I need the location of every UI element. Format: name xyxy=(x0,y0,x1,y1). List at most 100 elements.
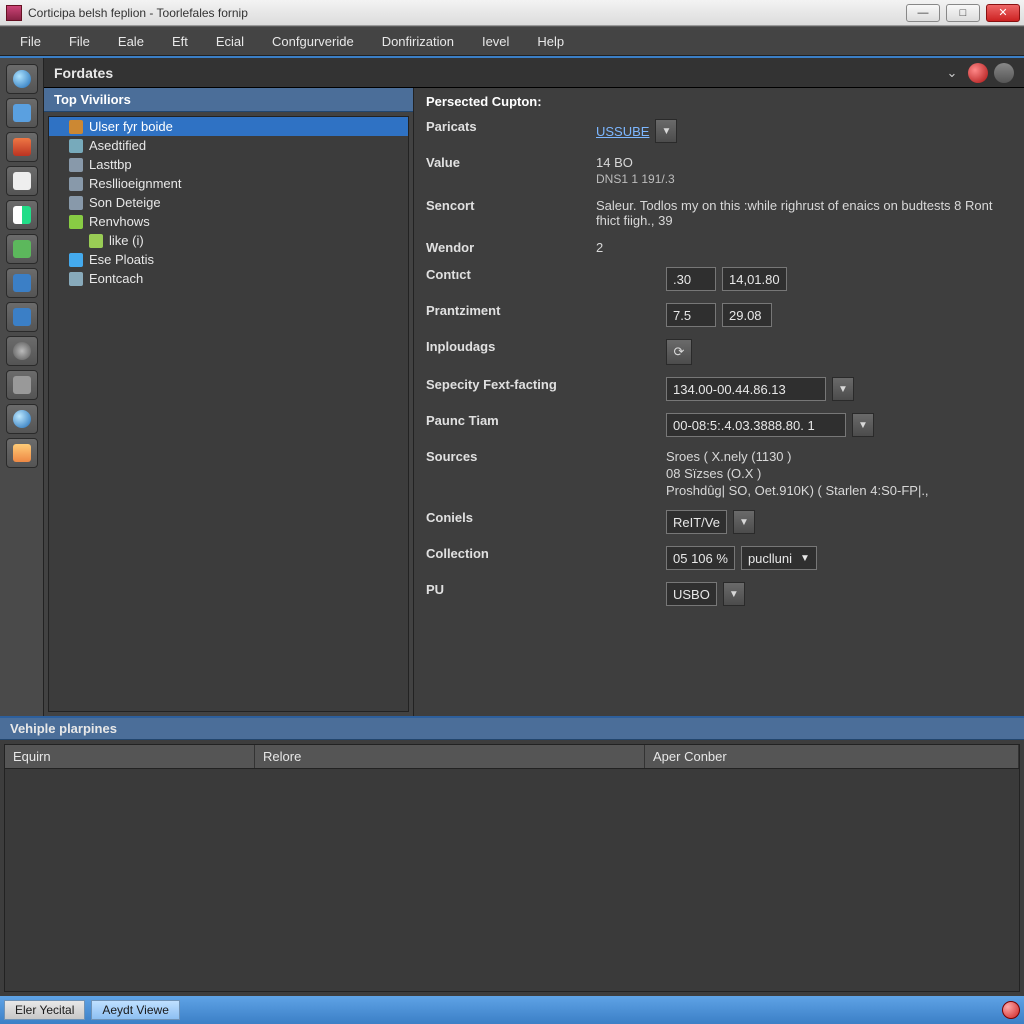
collection-input-a[interactable]: 05 106 % xyxy=(666,546,735,570)
minimize-button[interactable]: — xyxy=(906,4,940,22)
menu-ievel[interactable]: Ievel xyxy=(468,30,523,53)
tree-item-label: Eontcach xyxy=(89,271,143,286)
grid-body[interactable] xyxy=(4,769,1020,992)
pu-label: PU xyxy=(426,582,596,597)
tool-icon xyxy=(13,376,31,394)
contact-input-a[interactable]: .30 xyxy=(666,267,716,291)
coniels-label: Coniels xyxy=(426,510,596,525)
tree-item-1[interactable]: Asedtified xyxy=(49,136,408,155)
close-button[interactable]: ✕ xyxy=(986,4,1020,22)
status-indicator-icon[interactable] xyxy=(1002,1001,1020,1019)
tree-item-8[interactable]: Eontcach xyxy=(49,269,408,288)
gear-icon xyxy=(13,342,31,360)
menu-donfirization[interactable]: Donfirization xyxy=(368,30,468,53)
tree-item-label: Ulser fyr boide xyxy=(89,119,173,134)
tree-item-5[interactable]: Renvhows xyxy=(49,212,408,231)
tree-item-label: Asedtified xyxy=(89,138,146,153)
contact-label: Contıct xyxy=(426,267,596,282)
pu-input[interactable]: USBO xyxy=(666,582,717,606)
tool-button-2[interactable] xyxy=(6,132,38,162)
paunc-dropdown[interactable]: ▼ xyxy=(852,413,874,437)
inploud-button[interactable]: ⟳ xyxy=(666,339,692,365)
tree-item-2[interactable]: Lasttbp xyxy=(49,155,408,174)
paricats-label: Paricats xyxy=(426,119,596,134)
maximize-button[interactable]: □ xyxy=(946,4,980,22)
pu-dropdown[interactable]: ▼ xyxy=(723,582,745,606)
tree-item-3[interactable]: Resllioeignment xyxy=(49,174,408,193)
paunc-input[interactable]: 00-08:5:.4.03.3888.80. 1 xyxy=(666,413,846,437)
tool-button-3[interactable] xyxy=(6,166,38,196)
grid-col-equirn[interactable]: Equirn xyxy=(5,745,255,768)
menu-bar: File File Eale Eft Ecial Confgurveride D… xyxy=(0,26,1024,56)
tool-button-8[interactable] xyxy=(6,336,38,366)
tool-button-5[interactable] xyxy=(6,234,38,264)
value-label: Value xyxy=(426,155,596,170)
tree-item-7[interactable]: Ese Ploatis xyxy=(49,250,408,269)
sep-input[interactable]: 134.00-00.44.86.13 xyxy=(666,377,826,401)
tree-item-6[interactable]: like (i) xyxy=(49,231,408,250)
sources-label: Sources xyxy=(426,449,596,464)
tool-button-1[interactable] xyxy=(6,98,38,128)
tool-button-6[interactable] xyxy=(6,268,38,298)
menu-confgurveride[interactable]: Confgurveride xyxy=(258,30,368,53)
tool-icon xyxy=(13,138,31,156)
sep-label: Sepecity Fext-facting xyxy=(426,377,596,392)
tool-button-0[interactable] xyxy=(6,64,38,94)
tree-item-label: Lasttbp xyxy=(89,157,132,172)
app-icon xyxy=(6,5,22,21)
prant-label: Prantziment xyxy=(426,303,596,318)
tool-button-10[interactable] xyxy=(6,404,38,434)
sencort-label: Sencort xyxy=(426,198,596,213)
paricats-dropdown[interactable]: ▼ xyxy=(655,119,677,143)
tree-item-icon xyxy=(69,253,83,267)
prant-input-a[interactable]: 7.5 xyxy=(666,303,716,327)
menu-eft[interactable]: Eft xyxy=(158,30,202,53)
menu-file[interactable]: File xyxy=(6,30,55,53)
tool-button-7[interactable] xyxy=(6,302,38,332)
menu-eale[interactable]: Eale xyxy=(104,30,158,53)
menu-ecial[interactable]: Ecial xyxy=(202,30,258,53)
sources-line2: 08 Sïzses (O.X ) xyxy=(666,466,761,481)
status-tab-2[interactable]: Aeydt Viewe xyxy=(91,1000,180,1020)
grid-col-aperconber[interactable]: Aper Conber xyxy=(645,745,1019,768)
tree-item-icon xyxy=(89,234,103,248)
tool-button-9[interactable] xyxy=(6,370,38,400)
grid-col-relore[interactable]: Relore xyxy=(255,745,645,768)
tool-icon xyxy=(13,274,31,292)
grid-header: Equirn Relore Aper Conber xyxy=(4,744,1020,769)
contact-input-b[interactable]: 14,01.80 xyxy=(722,267,787,291)
vendor-value: 2 xyxy=(596,240,603,255)
menu-help[interactable]: Help xyxy=(523,30,578,53)
settings-icon[interactable] xyxy=(994,63,1014,83)
value-subtext: DNS1 1 191/.3 xyxy=(596,172,1012,186)
prant-input-b[interactable]: 29.08 xyxy=(722,303,772,327)
collapse-button[interactable]: ⌄ xyxy=(942,63,962,83)
tool-button-11[interactable] xyxy=(6,438,38,468)
tree-item-4[interactable]: Son Deteige xyxy=(49,193,408,212)
vendor-label: Wendor xyxy=(426,240,596,255)
coniels-dropdown[interactable]: ▼ xyxy=(733,510,755,534)
collection-select[interactable]: puclluni▼ xyxy=(741,546,817,570)
bottom-panel-title: Vehiple plarpines xyxy=(0,718,1024,740)
status-tab-1[interactable]: Eler Yecital xyxy=(4,1000,85,1020)
main-panel-title: Fordates xyxy=(54,65,113,81)
tree-pane: Top Viviliors Ulser fyr boide Asedtified L… xyxy=(44,88,414,716)
page-icon xyxy=(13,172,31,190)
tree-body[interactable]: Ulser fyr boide Asedtified Lasttbp Resllioe… xyxy=(48,116,409,712)
inploud-label: Inploudags xyxy=(426,339,596,354)
coniels-input[interactable]: ReIT/Ve xyxy=(666,510,727,534)
tree-item-0[interactable]: Ulser fyr boide xyxy=(49,117,408,136)
paricats-link[interactable]: USSUBE xyxy=(596,124,649,139)
record-icon[interactable] xyxy=(968,63,988,83)
tree-title: Top Viviliors xyxy=(44,88,413,112)
menu-file2[interactable]: File xyxy=(55,30,104,53)
detail-pane: Persected Cupton: Paricats USSUBE ▼ Valu… xyxy=(414,88,1024,716)
tool-icon xyxy=(13,240,31,258)
tool-button-4[interactable] xyxy=(6,200,38,230)
bottom-panel: Vehiple plarpines Equirn Relore Aper Con… xyxy=(0,716,1024,996)
value-text: 14 BO xyxy=(596,155,633,170)
tree-item-icon xyxy=(69,120,83,134)
tree-item-icon xyxy=(69,139,83,153)
sep-dropdown[interactable]: ▼ xyxy=(832,377,854,401)
tree-item-label: Son Deteige xyxy=(89,195,161,210)
